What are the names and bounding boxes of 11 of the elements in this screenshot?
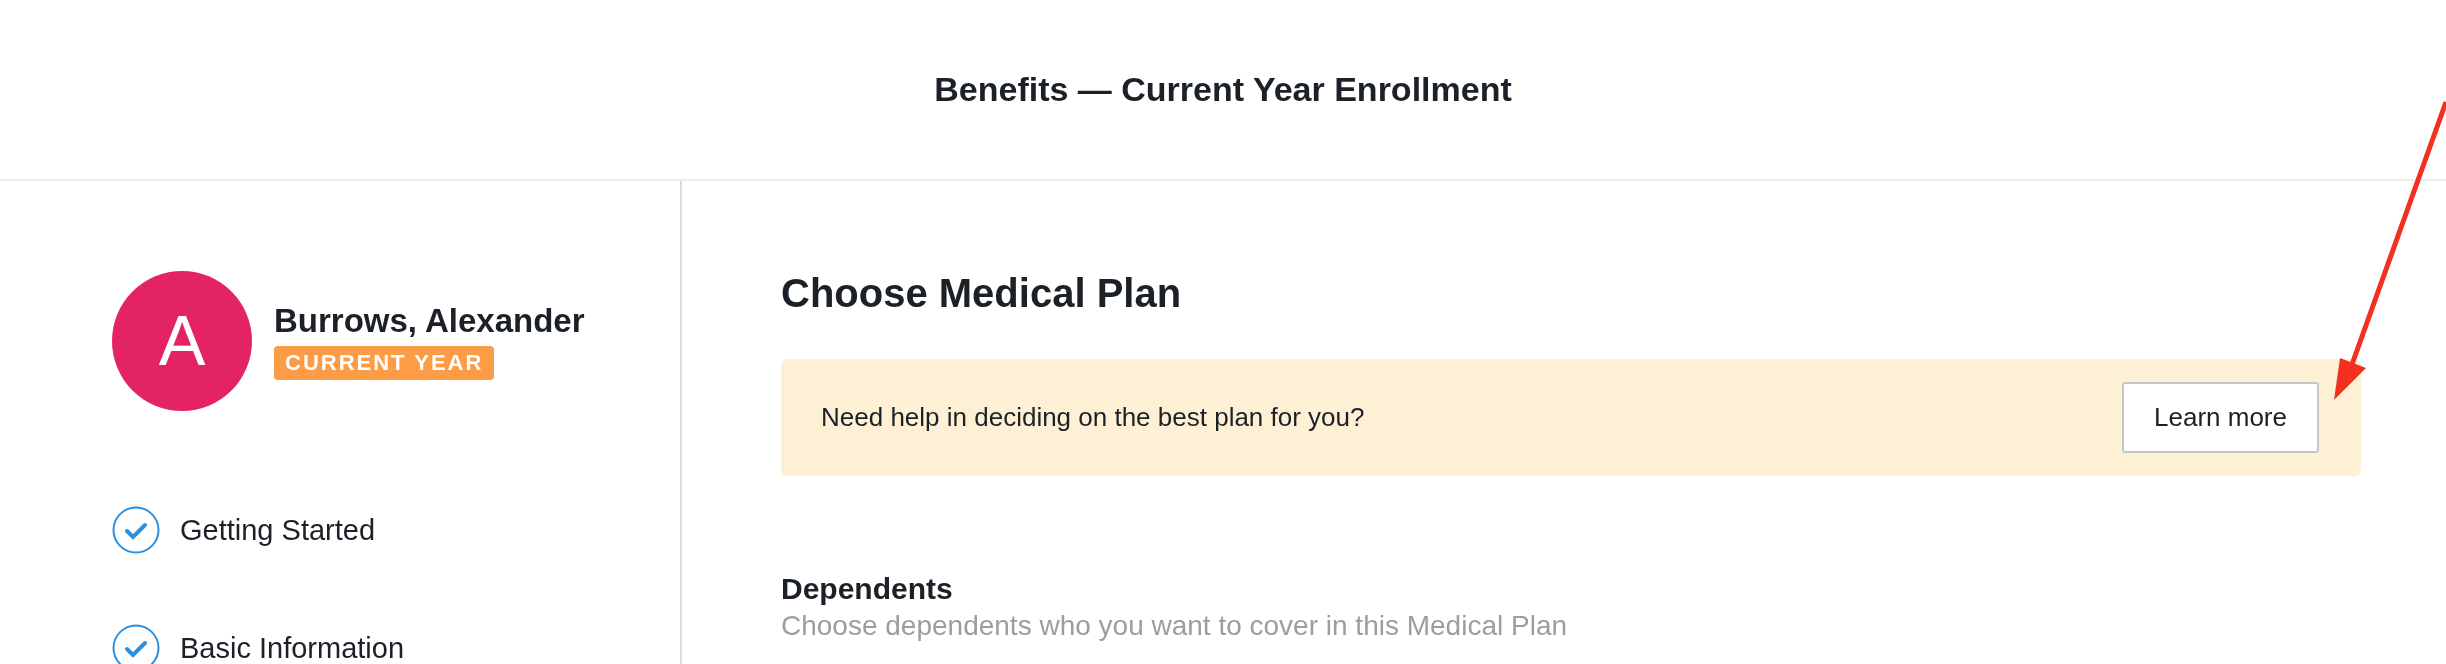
learn-more-button[interactable]: Learn more: [2122, 382, 2319, 453]
dependents-description: Choose dependents who you want to cover in this Medical Plan: [781, 610, 1569, 642]
step-label[interactable]: Basic Information: [180, 631, 405, 664]
dependents-title: Dependents: [781, 572, 954, 606]
help-text: Need help in deciding on the best plan for you?: [821, 402, 1365, 433]
avatar: A: [112, 271, 252, 411]
section-heading: Choose Medical Plan: [781, 273, 1183, 313]
employee-name: Burrows, Alexander: [274, 302, 585, 340]
year-badge: CURRENT YEAR: [274, 346, 495, 380]
step-label[interactable]: Getting Started: [180, 513, 376, 547]
page-title: Benefits — Current Year Enrollment: [934, 70, 1512, 109]
